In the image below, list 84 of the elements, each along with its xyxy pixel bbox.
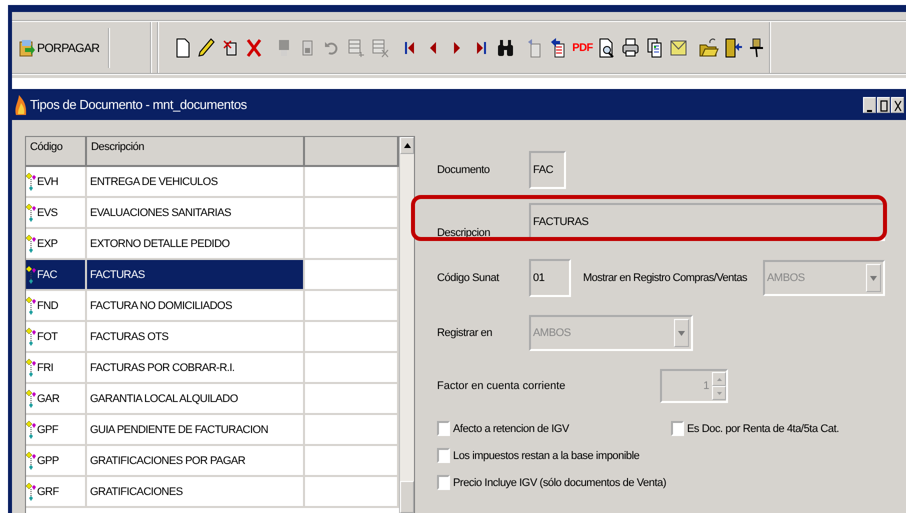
scroll-thumb[interactable] bbox=[400, 481, 414, 513]
dropdown-arrow-icon bbox=[678, 330, 685, 336]
field-label: Mostrar en Registro Compras/Ventas bbox=[583, 272, 748, 284]
table-cell: EXTORNO DETALLE PEDIDO bbox=[87, 229, 305, 258]
up-arrow-icon bbox=[716, 378, 722, 380]
checkbox-label: Precio Incluye IGV (sólo documentos de Venta) bbox=[453, 476, 666, 488]
module-button[interactable]: PORPAGAR bbox=[15, 28, 110, 68]
close-icon bbox=[894, 100, 902, 112]
table-row[interactable]: FRI FACTURAS POR COBRAR-R.I. bbox=[26, 353, 400, 384]
up-arrow-icon bbox=[404, 143, 411, 148]
table-cell: GRATIFICACIONES POR PAGAR bbox=[87, 446, 305, 475]
table-cell: GPF bbox=[37, 424, 58, 436]
table-cell: GPP bbox=[37, 454, 59, 466]
table-row[interactable]: GPF GUIA PENDIENTE DE FACTURACION bbox=[26, 415, 400, 446]
minimize-icon bbox=[867, 110, 872, 112]
column-header[interactable]: Código bbox=[26, 137, 87, 165]
gems-icon bbox=[26, 450, 37, 470]
dropdown-arrow-icon bbox=[870, 276, 877, 280]
gems-icon bbox=[26, 234, 37, 254]
gems-icon bbox=[26, 482, 37, 502]
field-label: Código Sunat bbox=[437, 272, 500, 284]
next-record-icon bbox=[454, 42, 460, 54]
maximize-icon bbox=[880, 100, 888, 112]
column-header[interactable]: Descripción bbox=[87, 137, 305, 165]
flame-icon bbox=[14, 92, 28, 116]
gems-icon bbox=[26, 420, 37, 440]
table-row[interactable]: EVS EVALUACIONES SANITARIAS bbox=[26, 198, 400, 229]
table-cell: FACTURAS OTS bbox=[87, 322, 305, 351]
table-row[interactable]: EVH ENTREGA DE VEHICULOS bbox=[26, 167, 400, 198]
document-field[interactable]: FAC bbox=[529, 151, 566, 189]
field-label: Documento bbox=[437, 164, 491, 176]
table-cell: ENTREGA DE VEHICULOS bbox=[87, 167, 305, 196]
checkbox-label: Es Doc. por Renta de 4ta/5ta Cat. bbox=[687, 422, 839, 434]
table-cell: FACTURAS POR COBRAR-R.I. bbox=[87, 353, 305, 382]
table-cell: EVS bbox=[37, 206, 58, 218]
maximize-button[interactable] bbox=[877, 96, 890, 112]
table-row[interactable]: GPP GRATIFICACIONES POR PAGAR bbox=[26, 446, 400, 477]
table-cell: EXP bbox=[37, 238, 58, 250]
previous-record-icon bbox=[430, 42, 436, 54]
sunat-code-field[interactable]: 01 bbox=[529, 259, 571, 297]
checkbox[interactable] bbox=[437, 475, 450, 490]
table-cell: GAR bbox=[37, 392, 60, 404]
field-label: Registrar en bbox=[437, 327, 494, 339]
minimize-button[interactable] bbox=[863, 96, 876, 112]
table-row[interactable]: GAR GARANTIA LOCAL ALQUILADO bbox=[26, 384, 400, 415]
checkbox-label: Afecto a retencion de IGV bbox=[453, 422, 569, 434]
field-label: Descripcion bbox=[437, 227, 492, 241]
down-arrow-icon bbox=[716, 392, 722, 394]
table-cell: FND bbox=[37, 300, 58, 312]
table-cell: EVALUACIONES SANITARIAS bbox=[87, 198, 305, 227]
table-cell: FOT bbox=[37, 330, 58, 342]
window-title: Tipos de Documento - mnt_documentos bbox=[30, 97, 248, 112]
table-cell: GARANTIA LOCAL ALQUILADO bbox=[87, 384, 305, 413]
gems-icon bbox=[26, 388, 37, 408]
open-folder-icon bbox=[698, 37, 718, 58]
checkbox[interactable] bbox=[671, 421, 684, 436]
table-row[interactable]: GRF GRATIFICACIONES bbox=[26, 477, 400, 508]
table-cell: GRF bbox=[37, 486, 59, 498]
checkbox-label: Los impuestos restan a la base imponible bbox=[453, 450, 640, 462]
gems-icon bbox=[26, 296, 37, 316]
table-cell: EVH bbox=[37, 176, 58, 188]
table-cell: FACTURA NO DOMICILIADOS bbox=[87, 291, 305, 320]
gems-icon bbox=[26, 172, 37, 192]
printer-button[interactable] bbox=[620, 36, 642, 60]
table-cell: FACTURAS bbox=[87, 260, 305, 289]
table-cell: GRATIFICACIONES bbox=[87, 477, 305, 506]
checkbox[interactable] bbox=[437, 448, 450, 463]
pencil-icon bbox=[196, 37, 216, 58]
table-row[interactable]: FND FACTURA NO DOMICILIADOS bbox=[26, 291, 400, 322]
table-cell: FAC bbox=[37, 268, 57, 280]
gems-icon bbox=[26, 202, 37, 222]
table-row[interactable]: FOT FACTURAS OTS bbox=[26, 322, 400, 353]
checkbox[interactable] bbox=[437, 421, 450, 436]
table-cell: FRI bbox=[37, 362, 54, 374]
table-cell: GUIA PENDIENTE DE FACTURACION bbox=[87, 415, 305, 444]
printer-icon bbox=[620, 37, 641, 58]
open-folder-button[interactable] bbox=[697, 36, 719, 60]
scrollbar[interactable] bbox=[399, 137, 414, 513]
gems-icon bbox=[26, 326, 37, 346]
table-row[interactable]: FAC FACTURAS bbox=[26, 260, 400, 291]
close-button[interactable] bbox=[891, 96, 904, 112]
gems-icon bbox=[26, 358, 37, 378]
field-label: Factor en cuenta corriente bbox=[437, 380, 566, 392]
gems-icon bbox=[26, 264, 37, 284]
